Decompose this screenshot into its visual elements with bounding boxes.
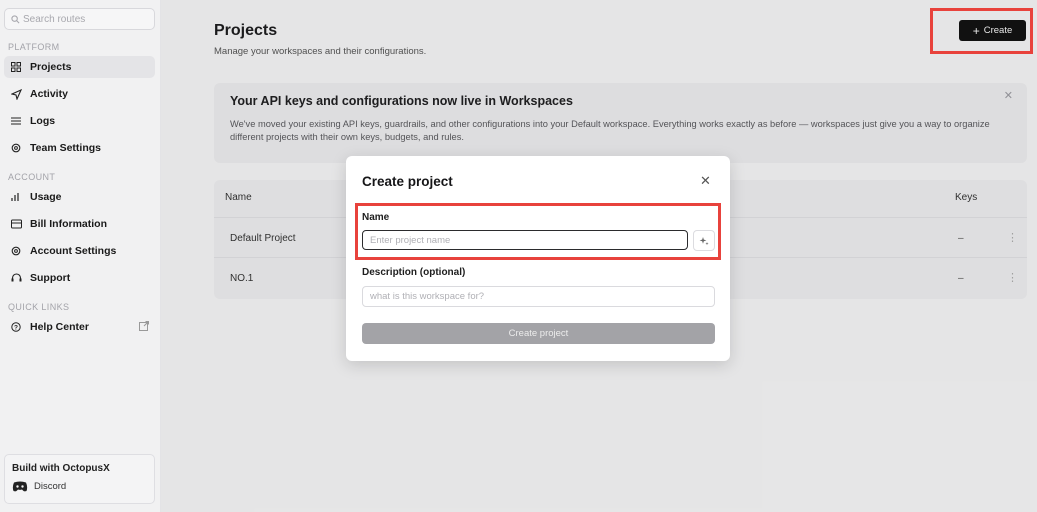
gear-icon <box>10 142 22 154</box>
create-button[interactable]: + Create <box>959 20 1026 41</box>
grid-icon <box>10 61 22 73</box>
create-button-label: Create <box>983 25 1013 36</box>
receipt-icon <box>10 218 22 230</box>
sidebar: Search routes PLATFORM Projects Activity… <box>0 0 161 512</box>
search-input[interactable]: Search routes <box>4 8 155 30</box>
sidebar-item-label: Projects <box>30 61 72 73</box>
sidebar-item-label: Help Center <box>30 321 89 333</box>
bar-chart-icon <box>10 191 22 203</box>
plus-icon: + <box>972 23 980 38</box>
help-icon: ? <box>10 321 22 333</box>
account-section-label: ACCOUNT <box>8 172 56 182</box>
platform-section-label: PLATFORM <box>8 42 60 52</box>
search-placeholder: Search routes <box>23 13 86 25</box>
sidebar-item-label: Account Settings <box>30 245 117 257</box>
send-icon <box>10 88 22 100</box>
build-title: Build with OctopusX <box>12 463 110 474</box>
create-project-label: Create project <box>508 328 569 339</box>
sidebar-item-help-center[interactable]: ? Help Center <box>4 316 155 338</box>
list-icon <box>10 115 22 127</box>
description-input[interactable]: what is this workspace for? <box>362 286 715 307</box>
create-project-button[interactable]: Create project <box>362 323 715 344</box>
discord-label: Discord <box>34 481 67 492</box>
external-link-icon <box>139 321 149 334</box>
sidebar-item-activity[interactable]: Activity <box>4 83 155 105</box>
project-name-input[interactable]: Enter project name <box>362 230 688 250</box>
dialog-title: Create project <box>362 174 453 189</box>
generate-name-button[interactable] <box>693 230 715 251</box>
discord-icon <box>12 481 28 492</box>
sidebar-item-label: Bill Information <box>30 218 107 230</box>
build-with-card: Build with OctopusX Discord <box>4 454 155 504</box>
close-icon[interactable]: ✕ <box>700 173 711 189</box>
sidebar-item-label: Usage <box>30 191 62 203</box>
sidebar-item-bill-information[interactable]: Bill Information <box>4 213 155 235</box>
discord-link[interactable]: Discord <box>12 481 147 492</box>
sidebar-item-projects[interactable]: Projects <box>4 56 155 78</box>
sidebar-item-label: Support <box>30 272 71 284</box>
sidebar-item-usage[interactable]: Usage <box>4 186 155 208</box>
sidebar-item-label: Team Settings <box>30 142 101 154</box>
quick-links-section-label: QUICK LINKS <box>8 302 70 312</box>
sidebar-item-support[interactable]: Support <box>4 267 155 289</box>
sidebar-item-team-settings[interactable]: Team Settings <box>4 137 155 159</box>
description-label: Description (optional) <box>362 267 466 278</box>
name-placeholder: Enter project name <box>370 234 451 246</box>
svg-text:?: ? <box>14 325 18 332</box>
support-icon <box>10 272 22 284</box>
sidebar-item-label: Logs <box>30 115 56 127</box>
sidebar-item-logs[interactable]: Logs <box>4 110 155 132</box>
search-icon <box>11 14 20 23</box>
gear-icon <box>10 245 22 257</box>
name-label: Name <box>362 212 390 223</box>
sidebar-item-label: Activity <box>30 88 68 100</box>
sparkle-icon <box>699 236 709 245</box>
sidebar-item-account-settings[interactable]: Account Settings <box>4 240 155 262</box>
description-placeholder: what is this workspace for? <box>370 291 485 302</box>
